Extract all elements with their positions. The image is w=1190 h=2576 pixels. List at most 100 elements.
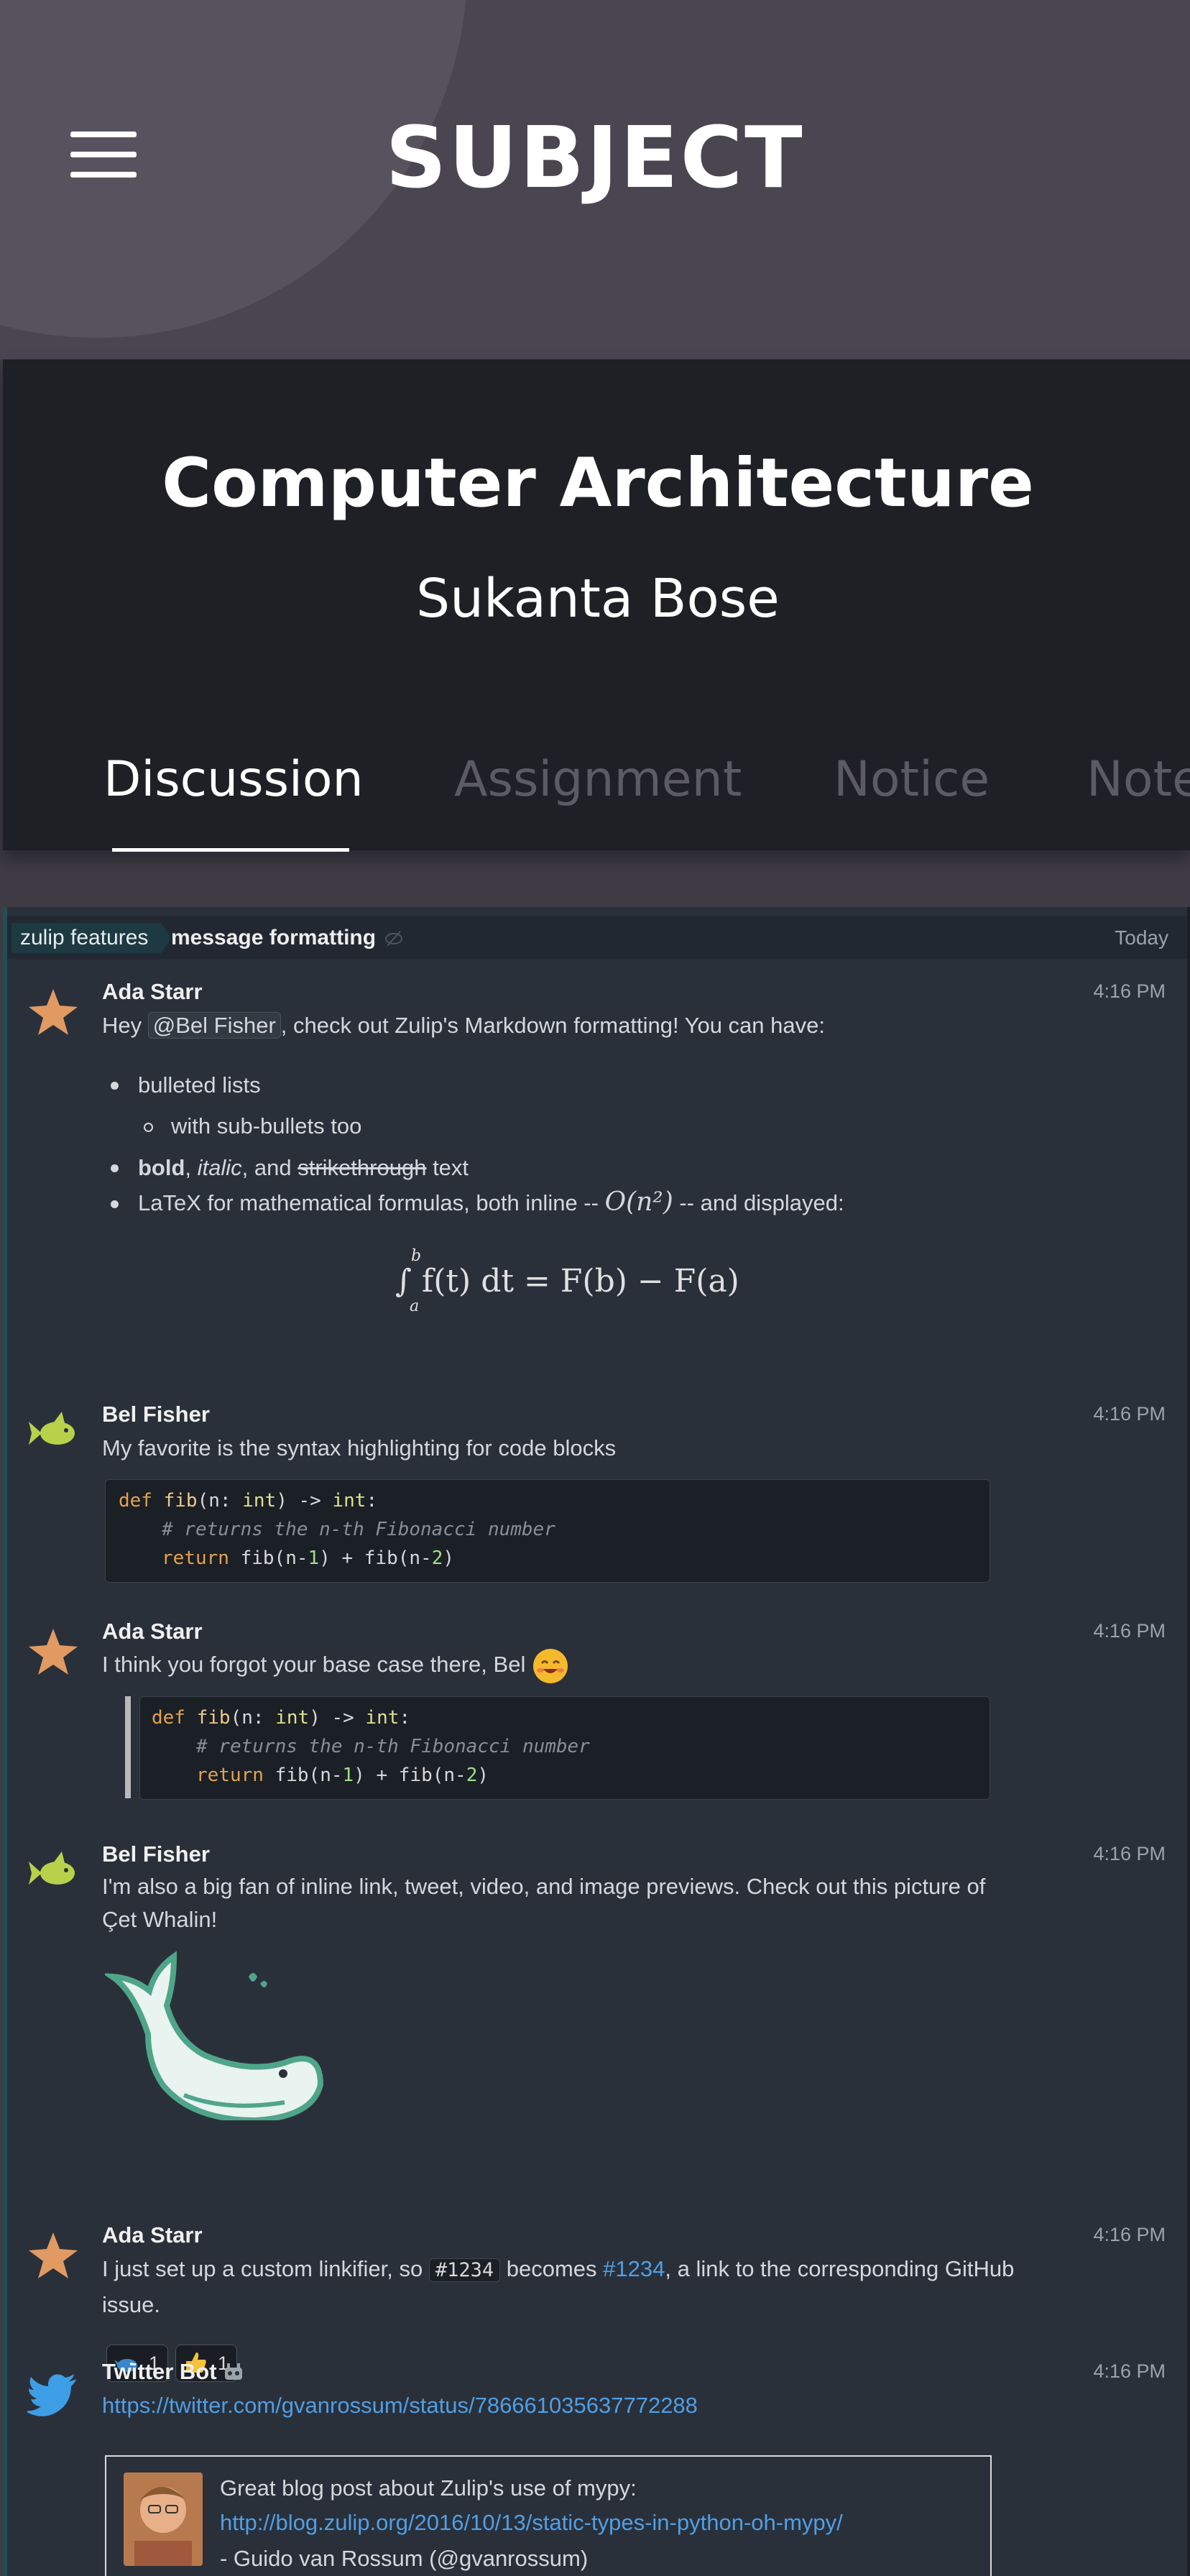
author-avatar	[124, 2472, 203, 2566]
code-token: )	[443, 1547, 455, 1569]
mute-topic-icon[interactable]	[384, 930, 403, 947]
fish-icon[interactable]	[27, 1847, 79, 1899]
code-token: ) + fib(n-	[354, 1765, 466, 1786]
tab-note[interactable]: Note	[1087, 751, 1190, 808]
whale-illustration[interactable]	[101, 1948, 335, 2124]
message-time[interactable]: 4:16 PM	[1093, 1620, 1166, 1642]
code-comment: # returns the n-th Fibonacci number	[196, 1736, 590, 1757]
issue-link[interactable]: #1234	[603, 2256, 665, 2281]
course-card: Computer Architecture Sukanta Bose Discu…	[3, 359, 1190, 852]
smiling-face-emoji	[532, 1647, 569, 1685]
stream-label[interactable]: zulip features	[11, 923, 172, 953]
code-token: (n:	[230, 1707, 276, 1729]
course-title: Computer Architecture	[162, 444, 1034, 523]
tweet-text: Great blog post about Zulip's use of myp…	[220, 2475, 637, 2501]
text-span: ,	[185, 1155, 198, 1180]
sender-name[interactable]: Ada Starr	[102, 979, 203, 1005]
tweet-blog-link[interactable]: http://blog.zulip.org/2016/10/13/static-…	[220, 2510, 843, 2536]
bold-text: bold	[138, 1155, 185, 1180]
sender-name[interactable]: Ada Starr	[102, 1619, 203, 1644]
message-text: I think you forgot your base case there,…	[102, 1647, 569, 1685]
display-math: ∫ f(t) dt = F(b) − F(a) b a	[395, 1247, 739, 1315]
tab-discussion[interactable]: Discussion	[103, 751, 364, 808]
tweet-preview[interactable]: Great blog post about Zulip's use of myp…	[105, 2455, 992, 2576]
code-token: :	[366, 1490, 378, 1512]
italic-text: italic	[197, 1155, 242, 1180]
code-number: 2	[431, 1547, 443, 1569]
code-type: int	[242, 1490, 277, 1512]
code-token: ) + fib(n-	[319, 1547, 432, 1569]
app-header: SUBJECT	[0, 0, 1190, 359]
quoted-code-block: def fib(n: int) -> int: # returns the n-…	[139, 1696, 990, 1800]
list-item: with sub-bullets too	[171, 1113, 362, 1138]
sender-name[interactable]: Bel Fisher	[102, 1841, 210, 1867]
code-type: int	[275, 1707, 310, 1729]
tweet-author: - Guido van Rossum (@gvanrossum)	[220, 2546, 589, 2571]
starfish-icon[interactable]	[27, 986, 79, 1038]
message-text: My favorite is the syntax highlighting f…	[102, 1435, 617, 1460]
tweet-link[interactable]: https://twitter.com/gvanrossum/status/78…	[102, 2389, 698, 2422]
active-tab-indicator	[112, 848, 349, 852]
code-comment: # returns the n-th Fibonacci number	[162, 1519, 555, 1540]
code-block: def fib(n: int) -> int: # returns the n-…	[105, 1479, 990, 1583]
code-number: 1	[308, 1547, 320, 1569]
code-function: fib	[163, 1490, 198, 1512]
bullet-dot	[111, 1200, 119, 1208]
twitter-bird-icon[interactable]	[24, 2369, 79, 2421]
starfish-icon[interactable]	[27, 2230, 79, 2281]
code-type: int	[365, 1707, 400, 1729]
message-time[interactable]: 4:16 PM	[1093, 1843, 1166, 1865]
starfish-icon[interactable]	[27, 1626, 79, 1678]
message-time[interactable]: 4:16 PM	[1093, 2224, 1166, 2246]
message-text: Hey @Bel Fisher, check out Zulip's Markd…	[102, 1009, 825, 1042]
tab-notice[interactable]: Notice	[834, 751, 990, 808]
strikethrough-text: strikethrough	[298, 1155, 427, 1180]
inline-math: O(n²)	[604, 1187, 673, 1217]
text-span: Hey	[102, 1013, 148, 1038]
message-feed[interactable]: zulip features message formatting Today …	[3, 907, 1190, 2576]
text-span: becomes	[500, 2256, 604, 2281]
message-text: Çet Whalin!	[102, 1907, 218, 1932]
text-span: LaTeX for mathematical formulas, both in…	[138, 1190, 605, 1215]
sender-name-text: Twitter Bot	[102, 2359, 217, 2384]
code-line: return fib(n-1) + fib(n-2)	[196, 1765, 489, 1786]
page-title: SUBJECT	[385, 108, 805, 207]
inline-code: #1234	[428, 2258, 501, 2282]
message-text: I'm also a big fan of inline link, tweet…	[102, 1874, 986, 1899]
sender-name[interactable]: Ada Starr	[102, 2222, 203, 2248]
text-span: text	[426, 1155, 469, 1180]
sender-name[interactable]: Twitter Bot	[102, 2359, 244, 2385]
math-formula: ∫ f(t) dt = F(b) − F(a)	[395, 1263, 739, 1300]
sender-name[interactable]: Bel Fisher	[102, 1402, 210, 1427]
text-span: , check out Zulip's Markdown formatting!…	[280, 1013, 825, 1038]
bullet-dot	[111, 1164, 119, 1172]
fish-icon[interactable]	[27, 1407, 79, 1459]
list-item: bulleted lists	[138, 1072, 261, 1098]
bot-icon	[223, 2361, 244, 2380]
integral-upper-limit: b	[411, 1247, 422, 1265]
code-keyword: def	[119, 1490, 152, 1512]
list-item: bold, italic, and strikethrough text	[138, 1155, 469, 1181]
code-keyword: return	[162, 1547, 229, 1569]
code-function: fib	[196, 1707, 231, 1729]
text-span: I think you forgot your base case there,…	[102, 1652, 526, 1678]
topic-label[interactable]: message formatting	[171, 923, 376, 953]
code-token: fib(n-	[263, 1765, 343, 1786]
text-span: , a link to the corresponding GitHub	[665, 2256, 1015, 2281]
code-token: )	[477, 1765, 489, 1786]
course-teacher: Sukanta Bose	[416, 568, 780, 630]
message-text: I just set up a custom linkifier, so #12…	[102, 2253, 1014, 2287]
message-time[interactable]: 4:16 PM	[1093, 2360, 1166, 2383]
message-time[interactable]: 4:16 PM	[1093, 980, 1166, 1003]
code-token: (n:	[197, 1490, 243, 1512]
code-number: 1	[342, 1765, 354, 1786]
code-number: 2	[466, 1765, 478, 1786]
message-time[interactable]: 4:16 PM	[1093, 1403, 1166, 1425]
user-mention[interactable]: @Bel Fisher	[147, 1012, 281, 1039]
text-span: , and	[241, 1155, 298, 1180]
code-line: def fib(n: int) -> int:	[152, 1707, 410, 1729]
text-span: -- and displayed:	[673, 1190, 844, 1215]
code-token: :	[399, 1707, 411, 1729]
bullet-dot	[111, 1082, 119, 1090]
tab-assignment[interactable]: Assignment	[454, 751, 742, 808]
